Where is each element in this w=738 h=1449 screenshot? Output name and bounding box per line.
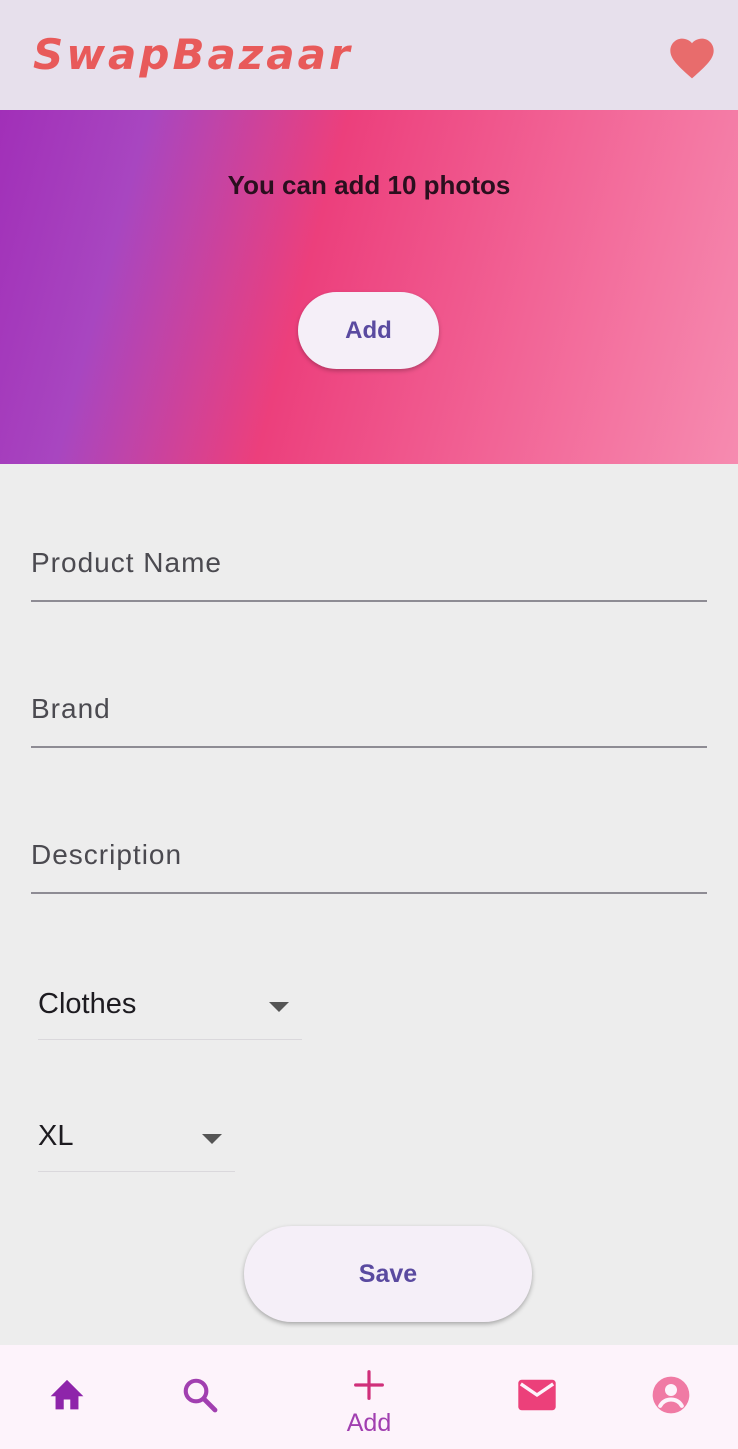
chevron-down-icon [202,1134,222,1144]
brand-input[interactable] [31,678,707,748]
nav-add-label: Add [346,1409,392,1437]
description-field [31,824,707,894]
nav-add[interactable]: Add [329,1345,409,1449]
size-dropdown[interactable]: XL [38,1112,235,1172]
product-name-field [31,532,707,602]
product-name-input[interactable] [31,532,707,602]
add-photos-button[interactable]: Add [298,292,439,369]
home-icon[interactable] [47,1375,87,1411]
bottom-navigation: Add [0,1345,738,1449]
save-button[interactable]: Save [244,1226,532,1322]
app-root: SwapBazaar You can add 10 photos Add Clo… [0,0,738,1449]
photo-limit-message: You can add 10 photos [227,170,511,200]
app-title: SwapBazaar [33,30,353,79]
heart-icon[interactable] [666,32,718,80]
photo-banner: You can add 10 photos Add [0,110,738,464]
search-icon[interactable] [181,1376,219,1414]
category-dropdown[interactable]: Clothes [38,980,302,1040]
app-bar: SwapBazaar [0,0,738,110]
account-icon[interactable] [651,1375,691,1415]
size-value: XL [38,1120,74,1152]
brand-field [31,678,707,748]
description-input[interactable] [31,824,707,894]
chevron-down-icon [269,1002,289,1012]
plus-icon [354,1370,384,1400]
category-value: Clothes [38,988,137,1020]
mail-icon[interactable] [516,1378,558,1412]
